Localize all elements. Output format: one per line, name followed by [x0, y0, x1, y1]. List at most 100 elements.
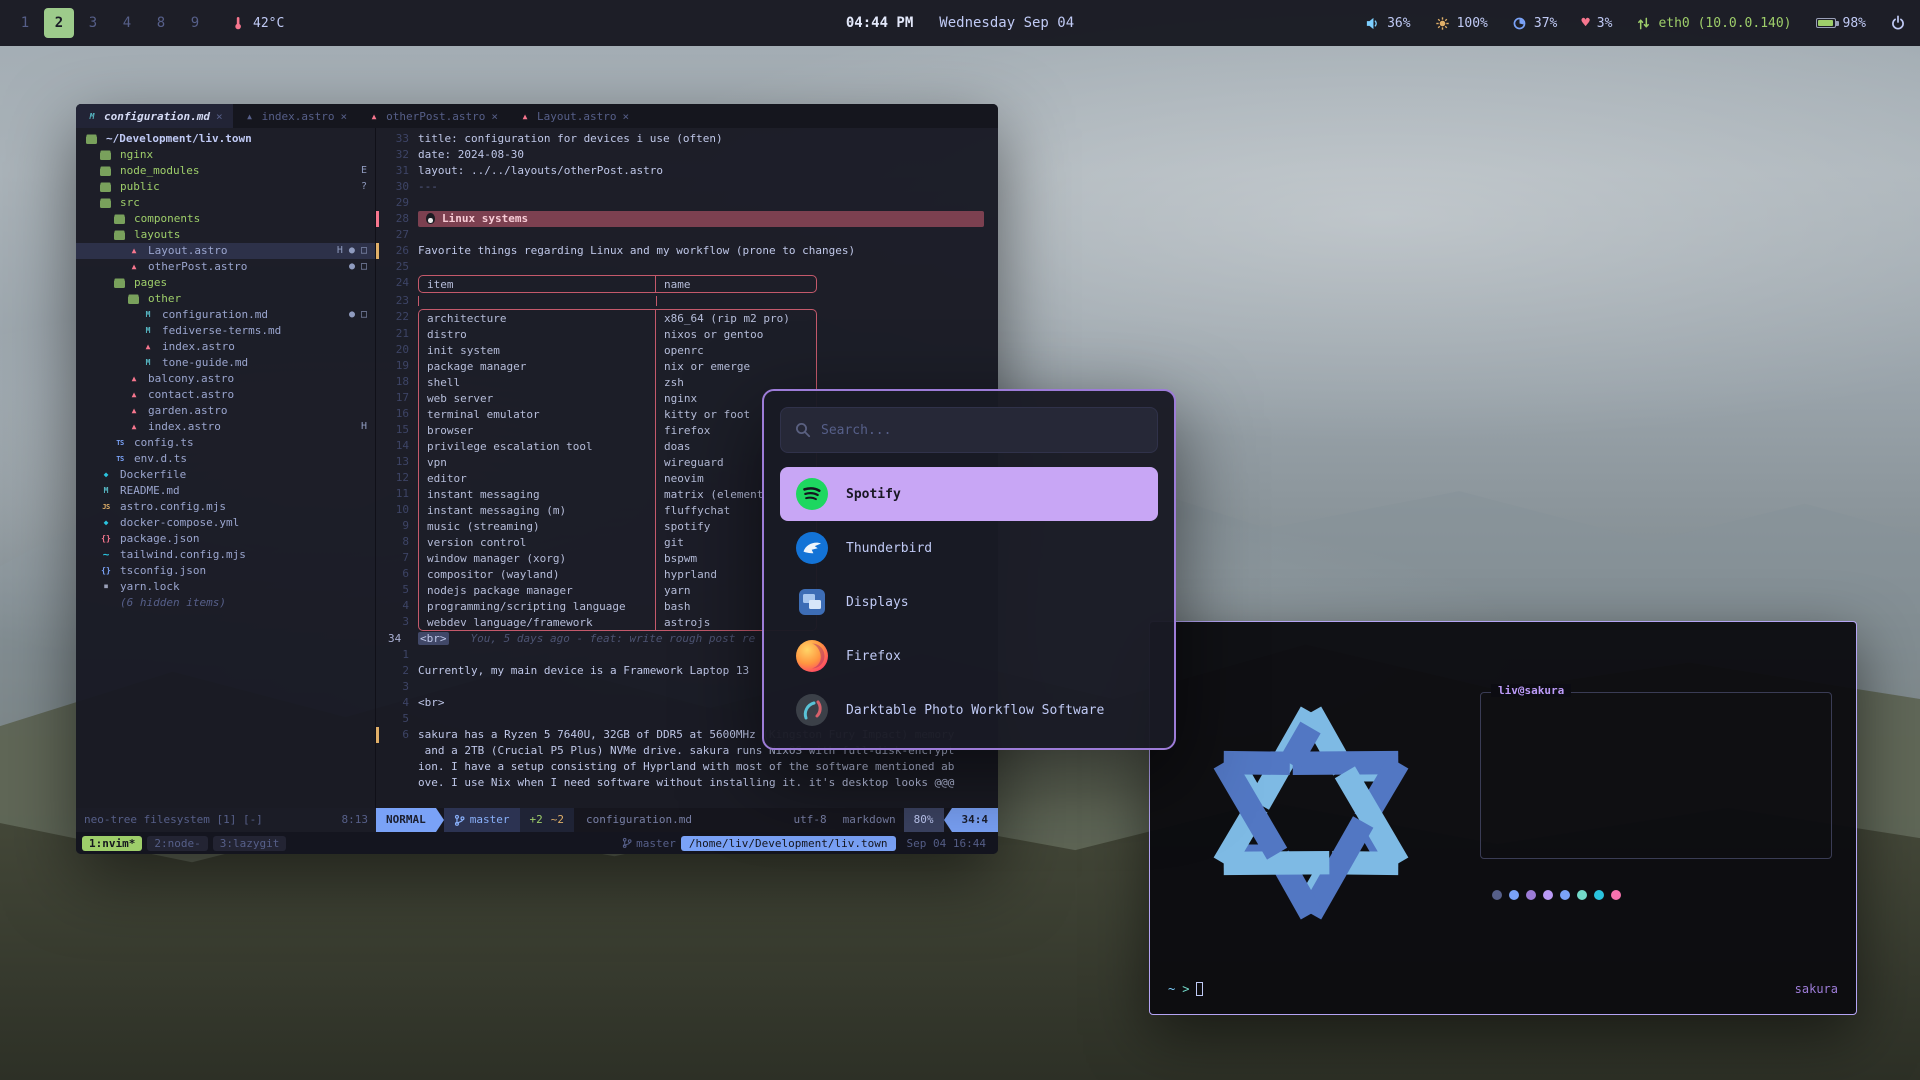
tab-close-icon[interactable]: ×: [623, 110, 630, 123]
tmux-window-tab[interactable]: 2:node-: [147, 836, 207, 851]
launcher-item-thunderbird[interactable]: Thunderbird: [780, 521, 1158, 575]
line-number: 15: [382, 422, 418, 438]
line-text: title: configuration for devices i use (…: [418, 131, 723, 147]
powerline-separator: [436, 808, 444, 832]
tree-item[interactable]: node_modules E: [76, 163, 375, 179]
tree-item[interactable]: tone-guide.md: [76, 355, 375, 371]
power-button[interactable]: [1890, 15, 1906, 31]
tree-item[interactable]: tsconfig.json: [76, 563, 375, 579]
launcher-results: Spotify Thunderbird Displays Firefox Dar…: [780, 467, 1158, 737]
workspace-number: 9: [191, 15, 199, 31]
tree-item[interactable]: nginx: [76, 147, 375, 163]
md-table-cell-name: nix or emerge: [656, 358, 816, 374]
workspace-button[interactable]: 9: [180, 8, 210, 38]
clock-module: 04:44 PM Wednesday Sep 04: [846, 15, 1074, 31]
tree-item[interactable]: components: [76, 211, 375, 227]
tree-item[interactable]: garden.astro: [76, 403, 375, 419]
tree-item[interactable]: fediverse-terms.md: [76, 323, 375, 339]
tmux-window-label: 2:node-: [154, 837, 200, 850]
tree-item[interactable]: other: [76, 291, 375, 307]
cpu-module[interactable]: 37%: [1512, 16, 1557, 31]
line-text: <br>You, 5 days ago - feat: write rough …: [418, 631, 755, 647]
network-value: eth0 (10.0.0.140): [1658, 16, 1791, 31]
workspace-button[interactable]: 1: [10, 8, 40, 38]
tree-item[interactable]: README.md: [76, 483, 375, 499]
file-icon: [128, 293, 140, 305]
tree-item[interactable]: public ?: [76, 179, 375, 195]
load-module[interactable]: ♥ 3%: [1581, 15, 1612, 31]
launcher-item-label: Darktable Photo Workflow Software: [846, 703, 1104, 718]
clock-time: 04:44 PM: [846, 15, 913, 31]
folder-icon: [86, 133, 98, 145]
md-table-cell-item: programming/scripting language: [419, 598, 656, 614]
search-input[interactable]: [821, 423, 1143, 438]
tree-item-badge: ?: [361, 179, 367, 195]
brightness-module[interactable]: 100%: [1435, 16, 1488, 31]
tab-close-icon[interactable]: ×: [491, 110, 498, 123]
tree-item[interactable]: Layout.astro H ● □: [76, 243, 375, 259]
tree-item[interactable]: otherPost.astro ● □: [76, 259, 375, 275]
editor-tab[interactable]: index.astro ×: [234, 104, 357, 128]
launcher-item-darktable[interactable]: Darktable Photo Workflow Software: [780, 683, 1158, 737]
tree-item[interactable]: (6 hidden items): [76, 595, 375, 611]
terminal-window[interactable]: liv@sakura OS:NixOS 24.11.20240828.71e91…: [1149, 621, 1857, 1015]
battery-icon: [1816, 18, 1836, 28]
tab-close-icon[interactable]: ×: [340, 110, 347, 123]
tree-item[interactable]: docker-compose.yml: [76, 515, 375, 531]
shell-prompt[interactable]: ~ >: [1168, 982, 1203, 996]
powerline-separator: [944, 808, 952, 832]
filetype-icon: [368, 112, 380, 121]
network-module[interactable]: eth0 (10.0.0.140): [1636, 16, 1791, 31]
prompt-char: >: [1182, 982, 1189, 996]
line-number: 11: [382, 486, 418, 502]
tree-item[interactable]: balcony.astro: [76, 371, 375, 387]
workspace-button[interactable]: 8: [146, 8, 176, 38]
launcher-item-spotify[interactable]: Spotify: [780, 467, 1158, 521]
tree-item[interactable]: contact.astro: [76, 387, 375, 403]
tree-item[interactable]: astro.config.mjs: [76, 499, 375, 515]
md-table-row: webdev language/framework astrojs: [418, 614, 817, 631]
tab-close-icon[interactable]: ×: [216, 110, 223, 123]
battery-module[interactable]: 98%: [1816, 16, 1866, 31]
tree-item[interactable]: tailwind.config.mjs: [76, 547, 375, 563]
tree-item[interactable]: configuration.md ● □: [76, 307, 375, 323]
status-bar-left: 1 2 3 4 8 9: [10, 8, 284, 38]
workspace-button[interactable]: 3: [78, 8, 108, 38]
tree-root[interactable]: ~/Development/liv.town: [76, 131, 375, 147]
cpu-value: 37%: [1534, 16, 1557, 31]
buffer-line: ion. I have a setup consisting of Hyprla…: [376, 759, 998, 775]
workspace-button[interactable]: 4: [112, 8, 142, 38]
line-number: 10: [382, 502, 418, 518]
workspace-button[interactable]: 2: [44, 8, 74, 38]
tree-item-name: package.json: [120, 531, 199, 547]
editor-tab[interactable]: Layout.astro ×: [509, 104, 639, 128]
file-icon: [112, 437, 128, 449]
md-table-row: compositor (wayland) hyprland: [418, 566, 817, 582]
editor-tab[interactable]: configuration.md ×: [76, 104, 233, 128]
line-number: 5: [382, 711, 418, 727]
md-table-cell-item: compositor (wayland): [419, 566, 656, 582]
tree-item[interactable]: src: [76, 195, 375, 211]
volume-module[interactable]: 36%: [1365, 16, 1410, 31]
tree-item[interactable]: layouts: [76, 227, 375, 243]
table-row-line: 18 shell zsh: [376, 374, 998, 390]
file-icon: [140, 309, 156, 321]
filetype-icon: [86, 112, 98, 121]
tree-item[interactable]: yarn.lock: [76, 579, 375, 595]
tree-item[interactable]: index.astro H: [76, 419, 375, 435]
tree-item[interactable]: index.astro: [76, 339, 375, 355]
editor-tab[interactable]: otherPost.astro ×: [358, 104, 508, 128]
tree-item[interactable]: pages: [76, 275, 375, 291]
tree-item[interactable]: env.d.ts: [76, 451, 375, 467]
git-branch-icon: [454, 814, 465, 827]
launcher-item-displays[interactable]: Displays: [780, 575, 1158, 629]
tmux-window-tab[interactable]: 3:lazygit: [213, 836, 287, 851]
tmux-window-tab[interactable]: 1:nvim*: [82, 836, 142, 851]
tree-item[interactable]: Dockerfile: [76, 467, 375, 483]
launcher-item-firefox[interactable]: Firefox: [780, 629, 1158, 683]
tree-item[interactable]: package.json: [76, 531, 375, 547]
editor-tabline: configuration.md × index.astro × otherPo…: [76, 104, 998, 128]
md-table-row: terminal emulator kitty or foot: [418, 406, 817, 422]
tree-item[interactable]: config.ts: [76, 435, 375, 451]
brightness-icon: [1435, 16, 1450, 31]
